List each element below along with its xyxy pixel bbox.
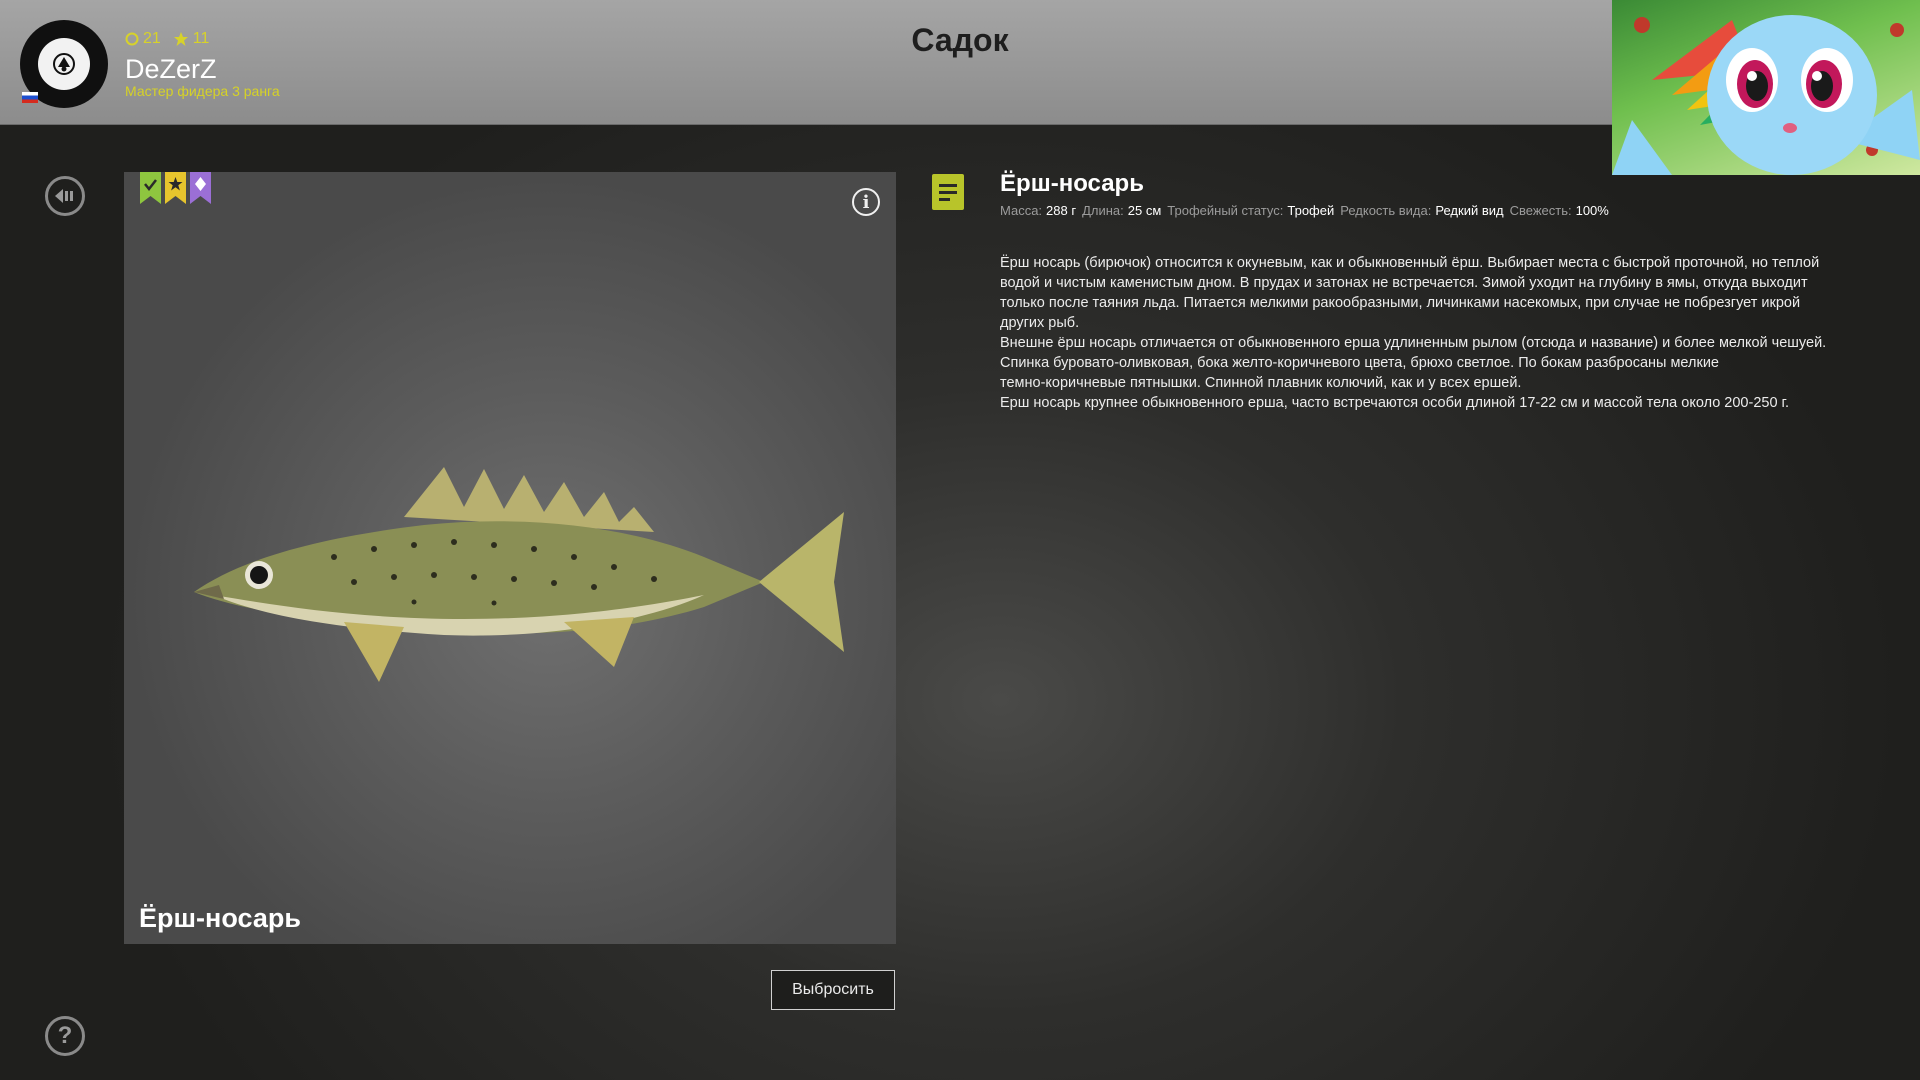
fish-title: Ёрш-носарь xyxy=(1000,170,1144,197)
document-icon xyxy=(932,174,964,210)
fish-badges xyxy=(140,172,211,204)
fish-card: i Ёрш-носарь xyxy=(124,172,896,944)
info-button[interactable]: i xyxy=(852,188,880,216)
back-button[interactable] xyxy=(45,176,85,216)
description-line: других рыб. xyxy=(1000,315,1080,331)
star-badge-icon xyxy=(165,172,186,204)
description-line: темно-коричневые пятнышки. Спинной плавн… xyxy=(1000,375,1522,391)
stat-value: 288 г xyxy=(1046,203,1077,218)
stat-value: 25 см xyxy=(1127,203,1162,218)
fish-caption: Ёрш-носарь xyxy=(139,903,301,933)
stat-label: Длина: xyxy=(1082,203,1124,218)
stat-freshness: Свежесть: 100% xyxy=(1510,203,1609,218)
stat-rarity: Редкость вида: Редкий вид xyxy=(1340,203,1503,218)
description-line: Спинка буровато-оливковая, бока желто-ко… xyxy=(1000,355,1719,371)
check-badge-icon xyxy=(140,172,161,204)
player-rank: Мастер фидера 3 ранга xyxy=(125,83,280,99)
fish-stats: Масса: 288 г Длина: 25 см Трофейный стат… xyxy=(1000,203,1609,218)
flag-icon xyxy=(22,92,38,103)
back-arrow-icon xyxy=(55,189,73,203)
stat-label: Редкость вида: xyxy=(1340,203,1432,218)
stat-mass: Масса: 288 г xyxy=(1000,203,1076,218)
description-line: водой и чистым каменистым дном. В прудах… xyxy=(1000,275,1808,291)
diamond-badge-icon xyxy=(190,172,211,204)
stat-length: Длина: 25 см xyxy=(1082,203,1161,218)
description-line: Ерш носарь крупнее обыкновенного ерша, ч… xyxy=(1000,395,1790,411)
stat-value: Трофей xyxy=(1287,203,1335,218)
stat-value: Редкий вид xyxy=(1435,203,1504,218)
stat-label: Масса: xyxy=(1000,203,1043,218)
info-icon: i xyxy=(862,191,870,213)
fish-description: Ёрш носарь (бирючок) относится к окуневы… xyxy=(1000,253,1880,413)
stat-label: Трофейный статус: xyxy=(1167,203,1284,218)
top-bar: 21 11 DeZerZ Мастер фидера 3 ранга xyxy=(0,0,1612,125)
stat-trophy: Трофейный статус: Трофей xyxy=(1167,203,1334,218)
question-icon: ? xyxy=(57,1022,73,1049)
description-line: Внешне ёрш носарь отличается от обыкнове… xyxy=(1000,335,1827,351)
help-button[interactable]: ? xyxy=(45,1016,85,1056)
description-line: только после таяния льда. Питается мелки… xyxy=(1000,295,1801,311)
description-line: Ёрш носарь (бирючок) относится к окуневы… xyxy=(1000,255,1820,271)
stat-label: Свежесть: xyxy=(1509,203,1572,218)
release-button[interactable]: Выбросить xyxy=(771,970,895,1010)
webcam-overlay xyxy=(1612,0,1920,175)
fish-image xyxy=(194,467,844,682)
stat-value: 100% xyxy=(1575,203,1609,218)
